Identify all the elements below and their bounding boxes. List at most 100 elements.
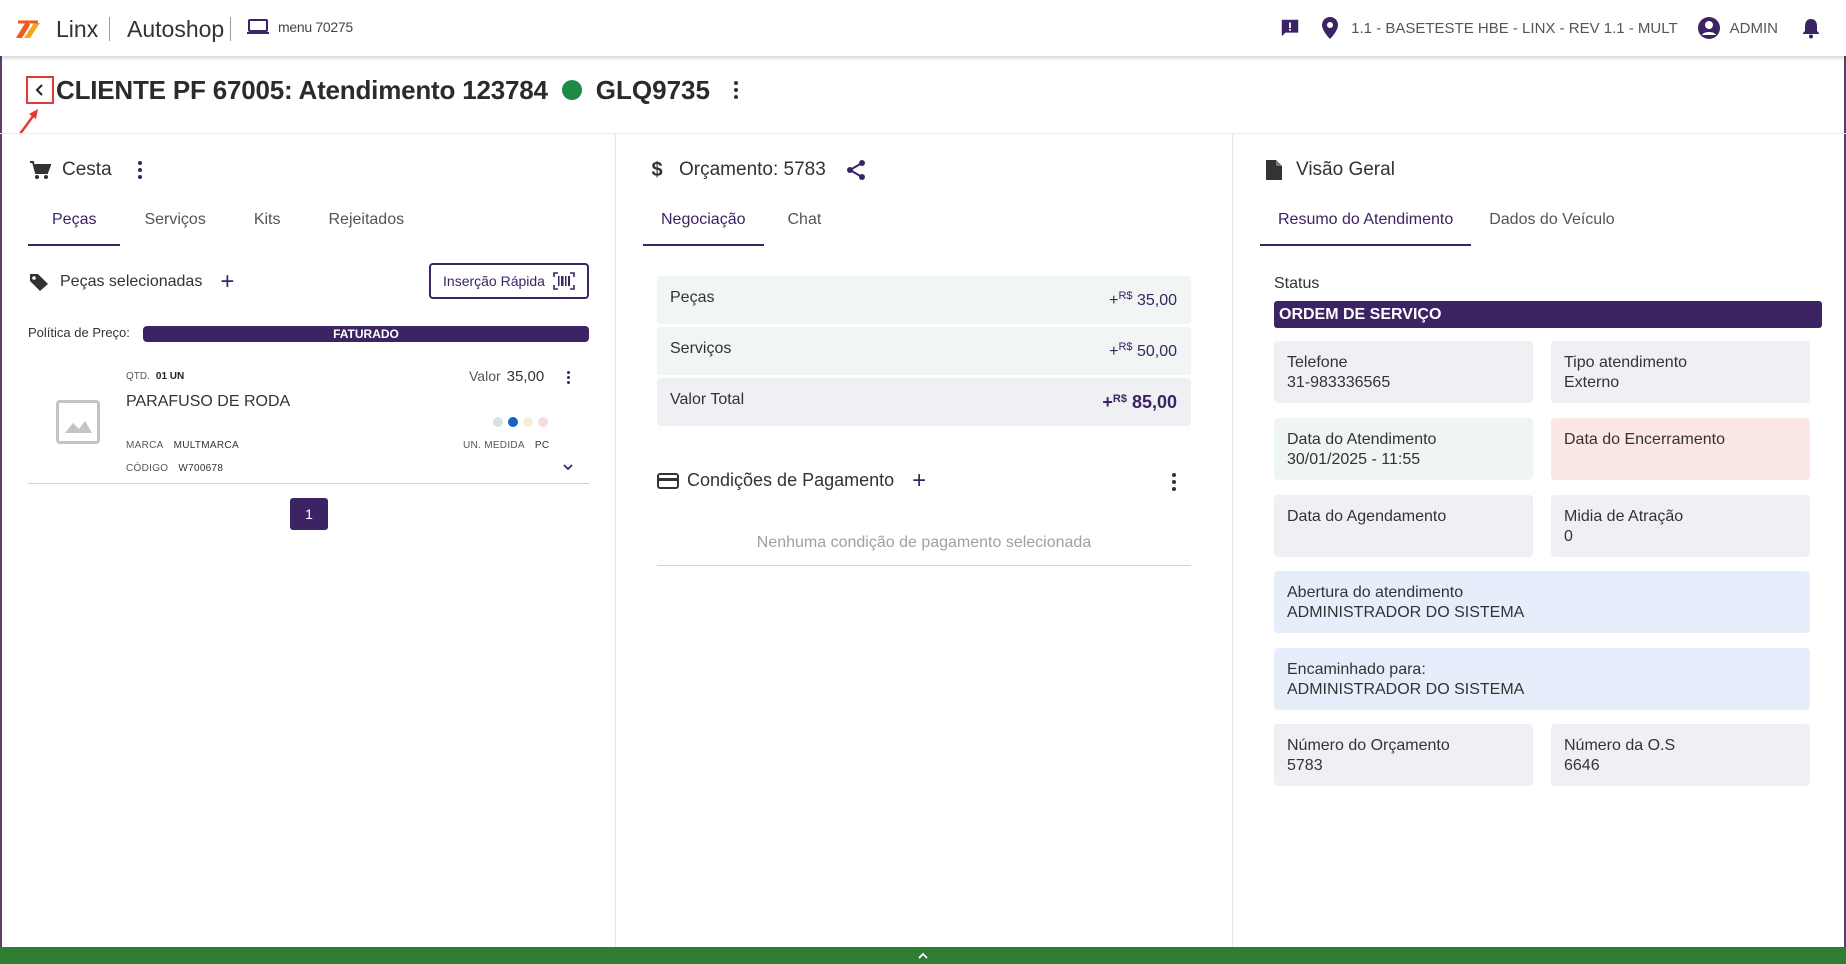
back-button[interactable] — [26, 76, 54, 104]
feedback-icon[interactable] — [1277, 15, 1303, 41]
add-payment-button[interactable]: + — [912, 468, 926, 492]
notification-bell-icon[interactable] — [1798, 15, 1824, 41]
chevron-up-icon — [918, 952, 928, 959]
price-row-label: Valor Total — [670, 391, 745, 408]
card-data-agendamento: Data do Agendamento — [1274, 495, 1533, 557]
product-image-placeholder-icon — [56, 400, 100, 444]
item-value: Valor 35,00 — [469, 368, 545, 385]
payment-empty-message: Nenhuma condição de pagamento selecionad… — [756, 534, 1092, 551]
user-name[interactable]: ADMIN — [1730, 20, 1778, 37]
price-row-pecas: Peças +R$ 35,00 — [657, 276, 1191, 324]
chevron-left-icon — [35, 84, 43, 96]
price-row-value: +R$ 35,00 — [1109, 290, 1177, 309]
status-label: Status — [1274, 275, 1320, 292]
orcamento-panel: $ Orçamento: 5783 Negociação Chat Peças … — [617, 134, 1233, 947]
cesta-title: Cesta — [62, 159, 112, 180]
card-data-encerramento: Data do Encerramento — [1551, 418, 1810, 480]
product-divider — [230, 17, 231, 41]
quick-insert-button[interactable]: Inserção Rápida — [429, 263, 589, 299]
orcamento-title: Orçamento: 5783 — [679, 159, 826, 180]
price-row-value: +R$ 85,00 — [1102, 392, 1177, 412]
tag-icon — [30, 274, 48, 291]
card-value: ADMINISTRADOR DO SISTEMA — [1287, 604, 1525, 621]
item-unit: UN. MEDIDA PC — [463, 440, 550, 451]
cesta-tabs: Peças Serviços Kits Rejeitados — [28, 208, 428, 246]
linx-logo-icon — [16, 20, 40, 38]
orcamento-tabs: Negociação Chat — [643, 208, 845, 246]
add-part-button[interactable]: + — [220, 270, 234, 294]
item-more-menu-icon[interactable] — [560, 368, 576, 386]
payment-title: Condições de Pagamento — [687, 470, 895, 490]
tab-chat[interactable]: Chat — [764, 208, 846, 246]
item-quantity: QTD. 01 UN — [126, 371, 185, 382]
cesta-more-menu-icon[interactable] — [130, 158, 150, 182]
payment-more-menu-icon[interactable] — [1166, 472, 1182, 492]
selected-parts-label: Peças selecionadas — [60, 273, 203, 290]
cesta-panel: Cesta Peças Serviços Kits Rejeitados Peç… — [0, 134, 616, 947]
menu-label: menu 70275 — [278, 19, 353, 35]
top-bar: Linx Autoshop menu 70275 1.1 - BASETESTE… — [0, 0, 1846, 56]
product-name: Autoshop — [127, 16, 225, 42]
card-numero-os: Número da O.S 6646 — [1551, 724, 1810, 786]
page-title: CLIENTE PF 67005: Atendimento 123784 — [56, 74, 548, 105]
payment-divider — [657, 565, 1191, 566]
card-midia-atracao: Midia de Atração 0 — [1551, 495, 1810, 557]
item-code: CÓDIGO W700678 — [126, 463, 224, 474]
price-policy-value: FATURADO — [143, 326, 589, 342]
card-label: Número da O.S — [1564, 737, 1676, 754]
laptop-icon — [247, 19, 269, 34]
tab-dados-veiculo[interactable]: Dados do Veículo — [1471, 208, 1632, 246]
environment-label[interactable]: 1.1 - BASETESTE HBE - LINX - REV 1.1 - M… — [1351, 20, 1677, 37]
expand-chevron-down-icon[interactable] — [560, 460, 576, 474]
card-label: Midia de Atração — [1564, 508, 1684, 525]
item-brand: MARCA MULTMARCA — [126, 440, 239, 451]
card-label: Data do Atendimento — [1287, 431, 1437, 448]
tab-resumo-atendimento[interactable]: Resumo do Atendimento — [1260, 208, 1472, 246]
tab-pecas[interactable]: Peças — [28, 208, 121, 246]
status-indicator — [561, 80, 582, 100]
card-label: Número do Orçamento — [1287, 737, 1450, 754]
visao-geral-title: Visão Geral — [1296, 159, 1395, 180]
pagination-page-1[interactable]: 1 — [290, 498, 328, 530]
price-row-servicos: Serviços +R$ 50,00 — [657, 327, 1191, 375]
vehicle-plate: GLQ9735 — [595, 74, 710, 105]
bottom-expand-bar[interactable] — [0, 947, 1846, 964]
tab-rejeitados[interactable]: Rejeitados — [305, 208, 429, 246]
card-label: Encaminhado para: — [1287, 661, 1426, 678]
orcamento-header: $ Orçamento: 5783 — [645, 158, 868, 182]
top-right-tools: 1.1 - BASETESTE HBE - LINX - REV 1.1 - M… — [1277, 14, 1824, 42]
tab-kits[interactable]: Kits — [230, 208, 305, 246]
item-status-dots — [493, 417, 548, 427]
card-telefone: Telefone 31-983336565 — [1274, 341, 1533, 403]
card-value: 30/01/2025 - 11:55 — [1287, 451, 1421, 468]
payment-header: Condições de Pagamento + — [657, 468, 926, 492]
visao-geral-panel: Visão Geral Resumo do Atendimento Dados … — [1234, 134, 1846, 947]
menu-link[interactable]: menu 70275 — [246, 18, 353, 36]
card-label: Abertura do atendimento — [1287, 584, 1464, 601]
tab-negociacao[interactable]: Negociação — [643, 208, 764, 246]
item-divider — [28, 483, 589, 484]
tab-servicos[interactable]: Serviços — [120, 208, 229, 246]
title-row: CLIENTE PF 67005: Atendimento 123784 GLQ… — [26, 72, 746, 108]
title-more-menu-icon[interactable] — [726, 78, 746, 102]
card-value: 6646 — [1564, 757, 1600, 774]
card-numero-orcamento: Número do Orçamento 5783 — [1274, 724, 1533, 786]
share-icon[interactable] — [844, 158, 868, 182]
visao-geral-tabs: Resumo do Atendimento Dados do Veículo — [1260, 208, 1633, 246]
cesta-header: Cesta — [28, 158, 150, 182]
price-policy-label: Política de Preço: — [28, 325, 130, 340]
card-label: Tipo atendimento — [1564, 354, 1688, 371]
card-data-atendimento: Data do Atendimento 30/01/2025 - 11:55 — [1274, 418, 1533, 480]
price-row-label: Serviços — [670, 340, 732, 357]
card-value: Externo — [1564, 374, 1620, 391]
status-badge: ORDEM DE SERVIÇO — [1274, 301, 1822, 328]
card-value: 5783 — [1287, 757, 1323, 774]
document-icon — [1262, 158, 1286, 182]
shopping-cart-icon — [28, 158, 52, 182]
price-row-total: Valor Total +R$ 85,00 — [657, 378, 1191, 426]
visao-geral-header: Visão Geral — [1262, 158, 1395, 182]
card-tipo-atendimento: Tipo atendimento Externo — [1551, 341, 1810, 403]
price-row-value: +R$ 50,00 — [1109, 341, 1177, 360]
credit-card-icon — [657, 472, 679, 489]
user-avatar-icon[interactable] — [1696, 15, 1722, 41]
